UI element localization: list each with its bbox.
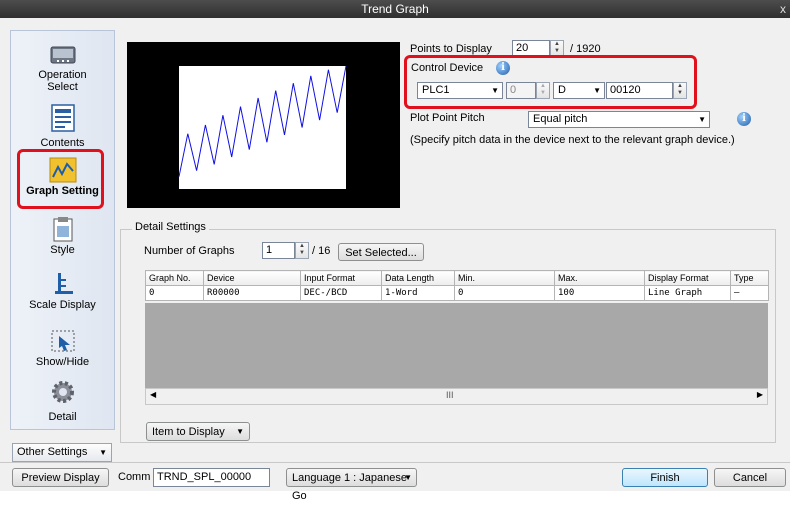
table-cell[interactable]: 0 (145, 285, 204, 301)
column-header[interactable]: Type (730, 270, 769, 286)
plot-pitch-value: Equal pitch (533, 113, 588, 125)
sidebar-item-show-hide[interactable]: Show/Hide (11, 328, 114, 368)
trend-graph-preview (178, 65, 347, 189)
gear-icon (49, 379, 77, 405)
points-to-display-label: Points to Display (410, 43, 492, 55)
close-icon[interactable]: x (780, 0, 786, 18)
horizontal-scrollbar[interactable]: ◀ III ▶ (145, 388, 768, 405)
column-header[interactable]: Max. (554, 270, 645, 286)
set-selected-button[interactable]: Set Selected... (338, 243, 424, 261)
item-to-display-button[interactable]: Item to Display ▼ (146, 422, 250, 441)
sidebar: Operation Select Contents Graph Setting (10, 30, 115, 430)
title-bar: Trend Graph (0, 0, 790, 18)
table-cell[interactable]: R00000 (203, 285, 301, 301)
graphs-spinner[interactable]: ▲ ▼ (295, 242, 309, 259)
sidebar-item-style[interactable]: Style (11, 216, 114, 256)
control-device-highlight (404, 55, 697, 109)
table-row[interactable]: 0 R00000 DEC-/BCD 1-Word 0 100 Line Grap… (145, 285, 769, 301)
language-select[interactable]: Language 1 : Japanese Go ▼ (286, 468, 417, 502)
sidebar-item-label: Contents (40, 137, 85, 149)
scroll-right-icon[interactable]: ▶ (757, 390, 763, 399)
comm-label: Comm (118, 471, 151, 483)
sidebar-item-operation-select[interactable]: Operation Select (11, 41, 114, 93)
column-header[interactable]: Device (203, 270, 301, 286)
show-hide-icon (49, 328, 77, 354)
sidebar-item-label: Operation (38, 69, 87, 81)
number-of-graphs-input[interactable]: 1 (262, 242, 295, 259)
table-empty-area (145, 303, 768, 388)
column-header[interactable]: Min. (454, 270, 555, 286)
scroll-grip[interactable]: III (446, 390, 454, 400)
operation-select-icon (49, 41, 77, 67)
contents-icon (49, 103, 77, 132)
table-cell[interactable]: 1-Word (381, 285, 455, 301)
comm-input[interactable]: TRND_SPL_00000 (153, 468, 270, 487)
table-cell[interactable]: 100 (554, 285, 645, 301)
table-cell[interactable]: — (730, 285, 769, 301)
sidebar-item-contents[interactable]: Contents (11, 103, 114, 149)
style-icon (49, 216, 77, 242)
table-cell[interactable]: Line Graph (644, 285, 731, 301)
pitch-note: (Specify pitch data in the device next t… (410, 134, 735, 146)
column-header[interactable]: Input Format (300, 270, 382, 286)
chevron-down-icon: ▼ (698, 115, 706, 124)
sidebar-item-label: Detail (48, 411, 77, 423)
table-header-row: Graph No. Device Input Format Data Lengt… (145, 270, 769, 286)
other-settings-dropdown[interactable]: Other Settings ▼ (12, 443, 112, 462)
table-cell[interactable]: 0 (454, 285, 555, 301)
sidebar-item-label: Scale Display (29, 299, 96, 311)
table-cell[interactable]: DEC-/BCD (300, 285, 382, 301)
chart-plot-area (179, 66, 346, 189)
info-icon[interactable]: i (737, 112, 751, 126)
scale-display-icon (49, 271, 77, 297)
sidebar-item-label: Select (47, 81, 78, 93)
number-of-graphs-label: Number of Graphs (144, 245, 235, 257)
plot-pitch-label: Plot Point Pitch (410, 112, 485, 124)
column-header[interactable]: Graph No. (145, 270, 204, 286)
sidebar-item-label: Show/Hide (35, 356, 90, 368)
item-to-display-label: Item to Display (152, 426, 225, 438)
points-max-label: / 1920 (570, 43, 601, 55)
window-title: Trend Graph (361, 2, 429, 16)
preview-display-button[interactable]: Preview Display (12, 468, 109, 487)
footer-separator (0, 462, 790, 463)
scroll-left-icon[interactable]: ◀ (150, 390, 156, 399)
cancel-button[interactable]: Cancel (714, 468, 786, 487)
other-settings-label: Other Settings (17, 446, 88, 458)
finish-button[interactable]: Finish (622, 468, 708, 487)
column-header[interactable]: Display Format (644, 270, 731, 286)
sidebar-item-scale-display[interactable]: Scale Display (11, 271, 114, 311)
plot-pitch-select[interactable]: Equal pitch ▼ (528, 111, 710, 128)
graph-table: Graph No. Device Input Format Data Lengt… (145, 270, 769, 301)
graph-setting-highlight (17, 149, 104, 209)
graphs-max-label: / 16 (312, 245, 331, 257)
sidebar-item-detail[interactable]: Detail (11, 379, 114, 423)
chevron-down-icon: ▼ (99, 448, 107, 457)
graph-preview-panel (127, 42, 400, 208)
chevron-down-icon: ▼ (236, 427, 244, 436)
detail-settings-title: Detail Settings (132, 221, 209, 233)
chevron-down-icon: ▼ (404, 473, 412, 482)
sidebar-item-label: Style (50, 244, 75, 256)
column-header[interactable]: Data Length (381, 270, 455, 286)
